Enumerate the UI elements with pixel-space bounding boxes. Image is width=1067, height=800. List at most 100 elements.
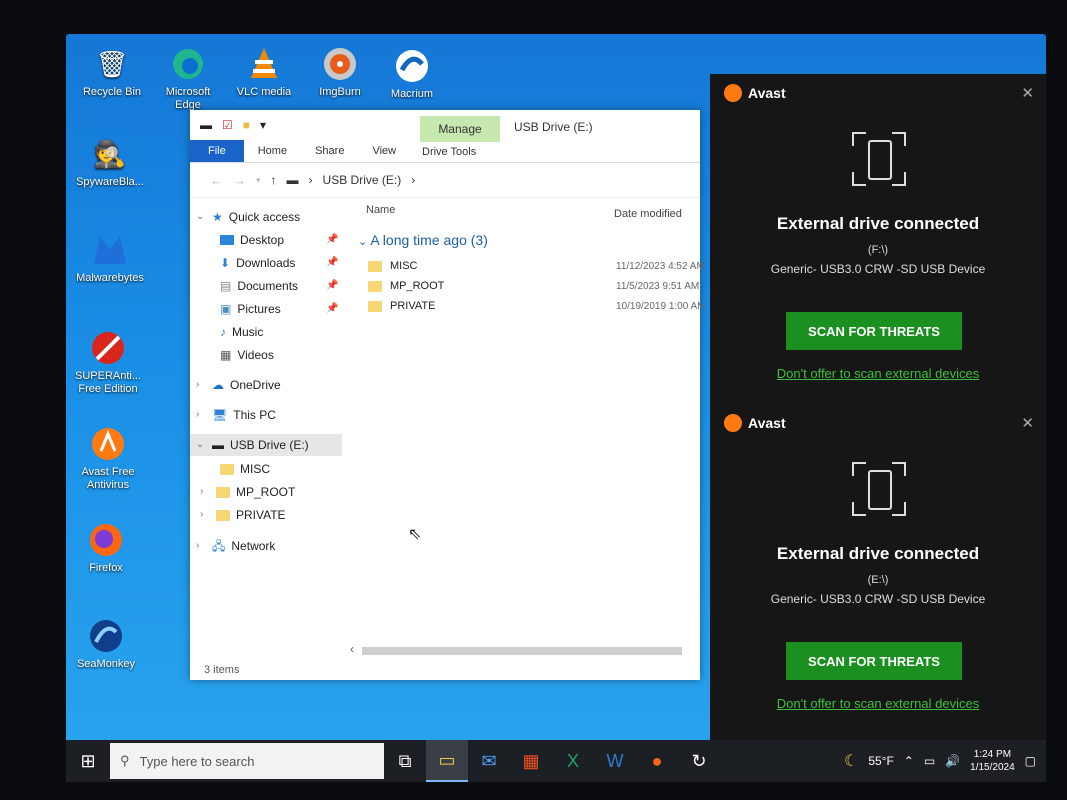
- tab-drive-tools[interactable]: Drive Tools: [422, 140, 476, 162]
- file-date: 10/19/2019 1:00 AM: [616, 301, 706, 312]
- desktop-icon-recycle-bin[interactable]: 🗑 Recycle Bin: [76, 44, 148, 99]
- tab-view[interactable]: View: [358, 140, 410, 162]
- close-icon[interactable]: ✕: [1021, 414, 1034, 432]
- mail-icon[interactable]: ✉: [468, 740, 510, 782]
- tab-home[interactable]: Home: [244, 140, 301, 162]
- firefox-taskbar-icon[interactable]: ●: [636, 740, 678, 782]
- chevron-down-icon[interactable]: ⌄: [358, 236, 367, 248]
- drive-icon[interactable]: ▬: [200, 118, 212, 132]
- mouse-cursor-icon: ⇖: [408, 526, 422, 543]
- chevron-down-icon[interactable]: ⌄: [196, 206, 206, 228]
- file-explorer-taskbar-icon[interactable]: ▭: [426, 740, 468, 782]
- volume-icon[interactable]: 🔊: [945, 754, 960, 768]
- chevron-right-icon[interactable]: ›: [196, 404, 206, 426]
- column-header-date[interactable]: Date modified: [614, 208, 682, 220]
- search-input[interactable]: ⚲ Type here to search: [110, 743, 384, 779]
- task-view-icon[interactable]: ⧉: [384, 740, 426, 782]
- pin-icon[interactable]: 📌: [326, 303, 338, 314]
- pin-icon[interactable]: 📌: [326, 234, 338, 245]
- nav-item-pictures[interactable]: ▣ Pictures: [220, 298, 281, 320]
- scan-for-threats-button[interactable]: SCAN FOR THREATS: [786, 642, 962, 680]
- avast-brand: Avast: [724, 84, 786, 102]
- notification-icon[interactable]: ▢: [1025, 754, 1036, 768]
- back-icon[interactable]: ←: [210, 173, 223, 188]
- chevron-left-icon[interactable]: ‹: [350, 642, 354, 656]
- macrium-taskbar-icon[interactable]: ↻: [678, 740, 720, 782]
- nav-item-documents[interactable]: ▤ Documents: [220, 275, 298, 297]
- download-icon: ⬇: [220, 256, 231, 270]
- tab-file[interactable]: File: [190, 140, 244, 162]
- search-icon: ⚲: [120, 753, 130, 768]
- folder-icon: [368, 300, 382, 312]
- desktop-icon-macrium[interactable]: Macrium: [376, 46, 448, 101]
- chevron-right-icon[interactable]: ›: [196, 374, 206, 396]
- word-icon[interactable]: W: [594, 740, 636, 782]
- nav-item-videos[interactable]: ▦ Videos: [220, 344, 274, 366]
- desktop-icon-superantispyware[interactable]: SUPERAnti... Free Edition: [72, 328, 144, 396]
- desktop-icon-imgburn[interactable]: ImgBurn: [304, 44, 376, 99]
- close-icon[interactable]: ✕: [1021, 84, 1034, 102]
- horizontal-scrollbar[interactable]: ‹: [350, 642, 700, 656]
- properties-icon[interactable]: ☑: [222, 118, 233, 132]
- forward-icon[interactable]: →: [233, 173, 246, 188]
- chevron-down-icon[interactable]: ⌄: [196, 434, 206, 456]
- drive-letter: (F:\): [867, 244, 889, 256]
- dont-offer-scan-link[interactable]: Don't offer to scan external devices: [710, 696, 1046, 711]
- pin-icon[interactable]: 📌: [326, 257, 338, 268]
- nav-item-private[interactable]: › PRIVATE: [200, 504, 286, 526]
- nav-item-onedrive[interactable]: › ☁ OneDrive: [196, 374, 281, 396]
- start-button[interactable]: ⊞: [66, 740, 110, 782]
- tab-share[interactable]: Share: [301, 140, 358, 162]
- chevron-down-icon[interactable]: ▾: [260, 118, 266, 132]
- list-item[interactable]: MISC: [368, 256, 418, 276]
- chevron-down-icon[interactable]: ▾: [256, 175, 261, 186]
- excel-icon[interactable]: X: [552, 740, 594, 782]
- new-folder-icon[interactable]: ■: [243, 118, 250, 132]
- navigation-pane: ⌄ ★ Quick access Desktop 📌 ⬇ Downloads 📌…: [190, 198, 346, 668]
- cloud-icon: ☁: [212, 378, 224, 392]
- desktop-icon-edge[interactable]: Microsoft Edge: [152, 44, 224, 112]
- nav-item-this-pc[interactable]: › 🖥 This PC: [196, 404, 276, 426]
- chevron-up-icon[interactable]: ⌃: [904, 754, 914, 768]
- store-icon[interactable]: ▦: [510, 740, 552, 782]
- notification-heading: External drive connected: [776, 544, 980, 563]
- group-header[interactable]: ⌄ A long time ago (3): [358, 232, 488, 248]
- explorer-titlebar: ▬ ☑ ■ ▾ Manage USB Drive (E:): [190, 110, 700, 142]
- weather-icon[interactable]: ☾: [844, 751, 858, 771]
- clock[interactable]: 1:24 PM 1/15/2024: [970, 748, 1015, 774]
- scan-for-threats-button[interactable]: SCAN FOR THREATS: [786, 312, 962, 350]
- breadcrumb-separator-icon[interactable]: ›: [411, 173, 415, 187]
- nav-item-misc[interactable]: MISC: [220, 458, 270, 480]
- nav-item-desktop[interactable]: Desktop: [220, 229, 284, 251]
- address-bar[interactable]: ← → ▾ ↑ ▬ › USB Drive (E:) ›: [190, 163, 700, 198]
- nav-item-music[interactable]: ♪ Music: [220, 321, 263, 343]
- usb-drive-icon: [850, 130, 908, 188]
- chevron-right-icon[interactable]: ›: [200, 481, 210, 503]
- column-header-name[interactable]: Name: [366, 204, 395, 216]
- list-item[interactable]: MP_ROOT: [368, 276, 444, 296]
- nav-item-quick-access[interactable]: ⌄ ★ Quick access: [196, 206, 300, 228]
- list-item[interactable]: PRIVATE: [368, 296, 435, 316]
- dont-offer-scan-link[interactable]: Don't offer to scan external devices: [710, 366, 1046, 381]
- network-tray-icon[interactable]: ▭: [924, 754, 935, 768]
- pin-icon[interactable]: 📌: [326, 280, 338, 291]
- drive-icon: ▬: [286, 173, 299, 187]
- desktop-icon-spywareblaster[interactable]: 🕵 SpywareBla...: [74, 134, 146, 189]
- macrium-icon: [392, 46, 432, 86]
- chevron-right-icon[interactable]: ›: [200, 504, 210, 526]
- desktop-icon-vlc[interactable]: VLC media: [228, 44, 300, 99]
- scrollbar-thumb[interactable]: [362, 647, 682, 655]
- tab-manage[interactable]: Manage: [420, 116, 500, 142]
- up-icon[interactable]: ↑: [271, 173, 277, 187]
- desktop-icon-malwarebytes[interactable]: Malwarebytes: [74, 230, 146, 285]
- nav-item-network[interactable]: › 🖧 Network: [196, 535, 275, 557]
- weather-temperature[interactable]: 55°F: [868, 754, 893, 768]
- chevron-right-icon[interactable]: ›: [196, 535, 206, 557]
- nav-item-mp-root[interactable]: › MP_ROOT: [200, 481, 295, 503]
- breadcrumb[interactable]: USB Drive (E:): [323, 173, 402, 187]
- nav-item-downloads[interactable]: ⬇ Downloads: [220, 252, 295, 274]
- desktop-icon-firefox[interactable]: Firefox: [70, 520, 142, 575]
- desktop-icon-seamonkey[interactable]: SeaMonkey: [70, 616, 142, 671]
- desktop-icon-avast[interactable]: Avast Free Antivirus: [72, 424, 144, 492]
- nav-item-usb-drive[interactable]: ⌄ ▬ USB Drive (E:): [190, 434, 342, 456]
